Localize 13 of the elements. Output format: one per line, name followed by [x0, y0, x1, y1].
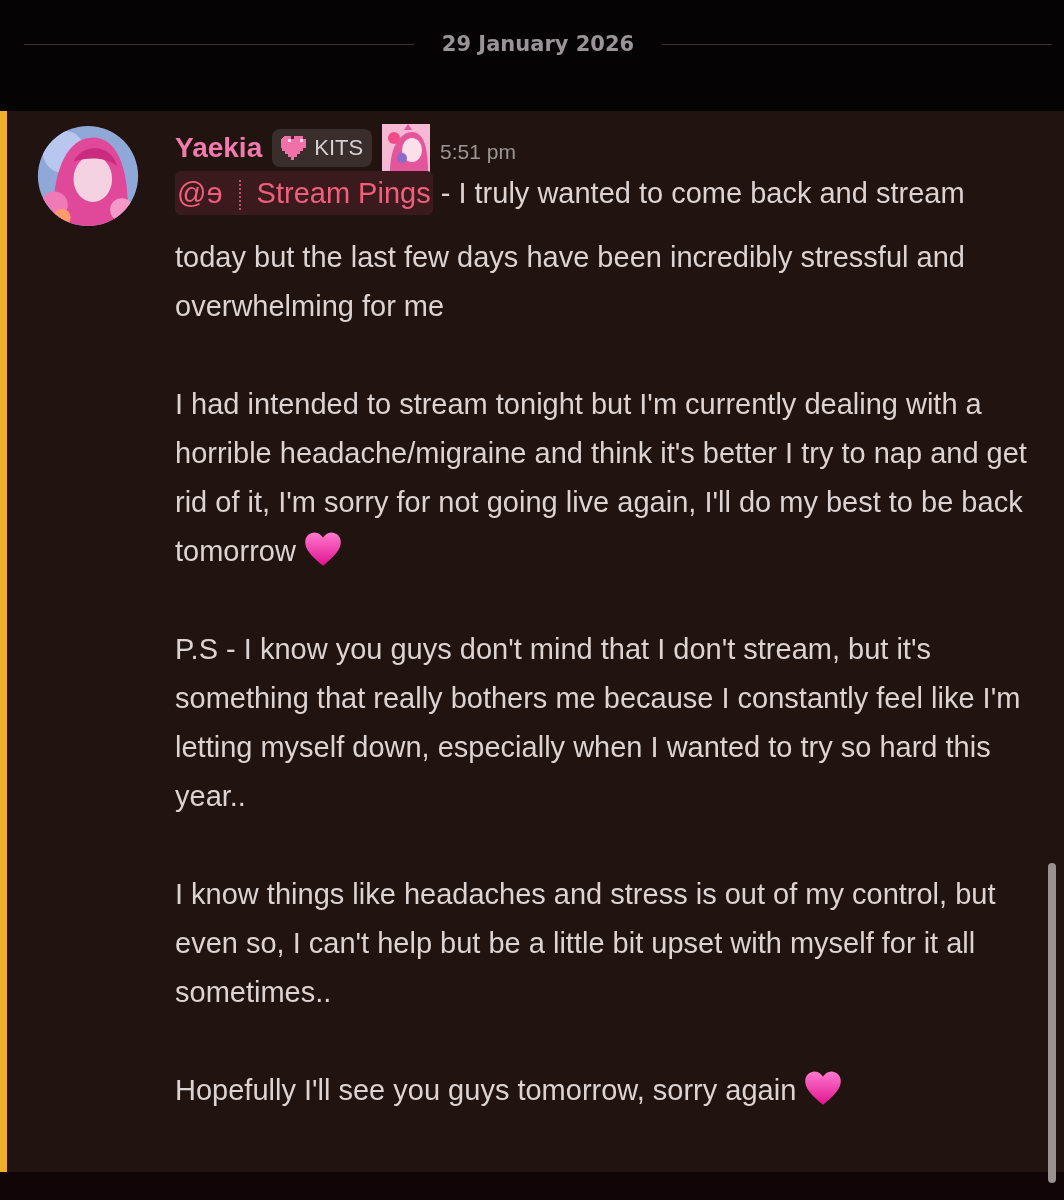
role-tag-label: KITS	[314, 135, 364, 161]
username[interactable]: Yaekia	[175, 132, 263, 164]
message-text: P.S - I know you guys don't mind that I don't stream, but it's something that really bothers me because I constantly feel like I'm letting myself down, especially when I wanted to try so hard this year..	[175, 632, 1022, 814]
timestamp: 5:51 pm	[440, 140, 516, 164]
role-mention[interactable]: @ɘ Stream Pings	[175, 171, 433, 215]
heart-emoji-icon	[804, 1070, 843, 1106]
message-text: Hopefully I'll see you guys tomorrow, sorry again	[175, 1066, 1030, 1115]
scrollbar[interactable]	[1048, 863, 1056, 1183]
date-divider-label: 29 January 2026	[441, 32, 635, 56]
message-text: @ɘ Stream Pings - I truly wanted to come back and stream today but the last few days have been incredibly stressful and overwhelming for me	[175, 169, 1030, 331]
message-text: I had intended to stream tonight but I'm currently dealing with a horrible headache/migraine and think it's better I try to nap and get rid of it, I'm sorry for not going live again, I'll do my best to be back tomorrow	[175, 387, 1028, 569]
message-text: I know things like headaches and stress is out of my control, but even so, I can't help but be a little bit upset with myself for it all sometimes..	[175, 877, 997, 1010]
heart-emoji-icon	[303, 531, 342, 567]
